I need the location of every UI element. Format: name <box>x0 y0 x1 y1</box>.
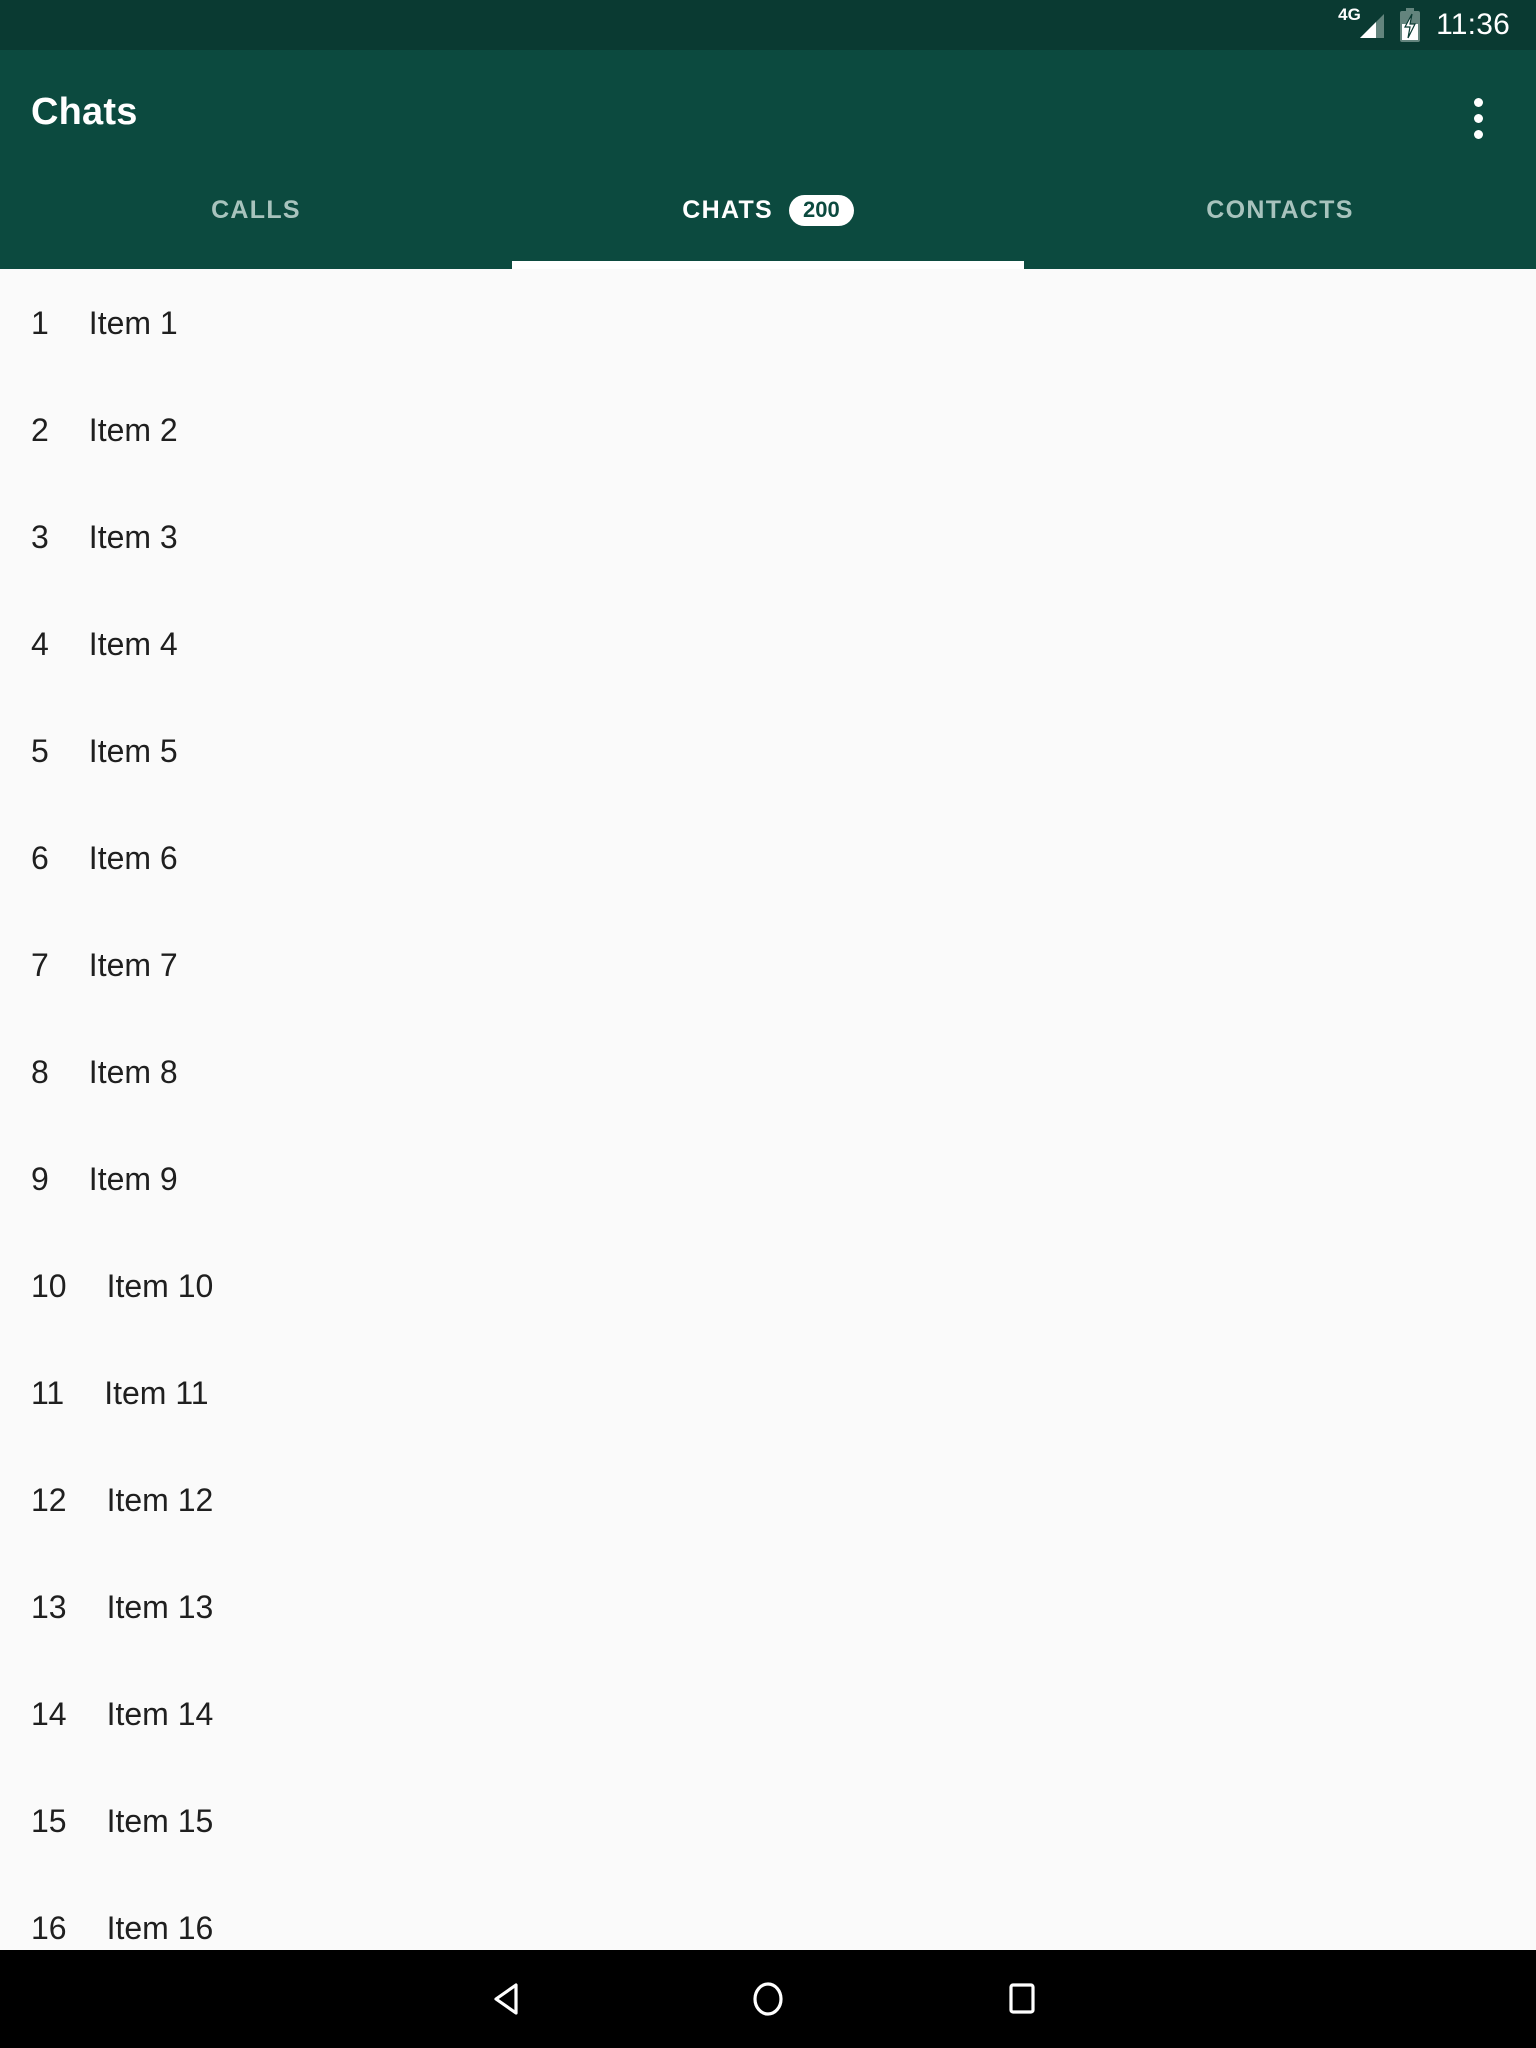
list-item-label: Item 16 <box>106 1909 214 1946</box>
list-item[interactable]: 3 Item 3 <box>0 483 1536 590</box>
list-item-index: 13 <box>31 1588 67 1625</box>
list-item-index: 16 <box>31 1909 67 1946</box>
list-item[interactable]: 11 Item 11 <box>0 1339 1536 1446</box>
list-item-label: Item 10 <box>106 1267 214 1304</box>
list-item-label: Item 11 <box>104 1374 209 1411</box>
list-item[interactable]: 13 Item 13 <box>0 1553 1536 1660</box>
list-item-index: 15 <box>31 1802 67 1839</box>
tab-bar: CALLS CHATS 200 CONTACTS <box>0 175 1536 269</box>
list-item-label: Item 1 <box>88 304 178 341</box>
overflow-dot-1 <box>1473 97 1483 107</box>
list-item-label: Item 6 <box>88 839 178 876</box>
list-item[interactable]: 9 Item 9 <box>0 1125 1536 1232</box>
battery-charging-icon <box>1398 8 1422 42</box>
list-item[interactable]: 4 Item 4 <box>0 590 1536 697</box>
square-recents-icon[interactable] <box>967 1950 1077 2048</box>
status-bar: 4G 11:36 <box>0 0 1536 50</box>
list-item-index: 9 <box>31 1160 49 1197</box>
tab-chats-badge: 200 <box>789 194 854 226</box>
android-nav-bar <box>0 1950 1536 2048</box>
list-item-index: 6 <box>31 839 49 876</box>
list-item-index: 5 <box>31 732 49 769</box>
list-item-label: Item 3 <box>88 518 178 555</box>
tab-calls[interactable]: CALLS <box>0 175 512 269</box>
tab-chats[interactable]: CHATS 200 <box>512 175 1024 269</box>
list-item-index: 3 <box>31 518 49 555</box>
circle-home-icon[interactable] <box>713 1950 823 2048</box>
list-item-label: Item 5 <box>88 732 178 769</box>
more-vert-icon[interactable] <box>1442 82 1514 154</box>
tab-chats-label: CHATS <box>682 195 774 224</box>
list-item[interactable]: 1 Item 1 <box>0 269 1536 376</box>
overflow-dot-3 <box>1473 129 1483 139</box>
list-item-index: 14 <box>31 1695 67 1732</box>
list-item-index: 1 <box>31 304 49 341</box>
signal-bars-icon: 4G <box>1338 6 1385 42</box>
list-item-index: 2 <box>31 411 49 448</box>
list-item-index: 12 <box>31 1481 67 1518</box>
triangle-back-icon[interactable] <box>455 1950 565 2048</box>
list-item-label: Item 8 <box>88 1053 178 1090</box>
list-item[interactable]: 8 Item 8 <box>0 1018 1536 1125</box>
tab-calls-label: CALLS <box>211 195 301 224</box>
list-item-index: 10 <box>31 1267 67 1304</box>
list-item-label: Item 12 <box>106 1481 214 1518</box>
list-item-index: 7 <box>31 946 49 983</box>
overflow-dot-2 <box>1473 113 1483 123</box>
list-item[interactable]: 15 Item 15 <box>0 1767 1536 1874</box>
list-item-index: 4 <box>31 625 49 662</box>
list-item-index: 8 <box>31 1053 49 1090</box>
list-item[interactable]: 16 Item 16 <box>0 1874 1536 1950</box>
tab-contacts[interactable]: CONTACTS <box>1024 175 1536 269</box>
android-screen: 4G 11:36 Chats CALLS CHATS 200 CONTACTS … <box>0 0 1536 2048</box>
list-item-label: Item 7 <box>88 946 178 983</box>
list-item-index: 11 <box>31 1374 65 1411</box>
list-item[interactable]: 6 Item 6 <box>0 804 1536 911</box>
list-item-label: Item 14 <box>106 1695 214 1732</box>
chat-list[interactable]: 1 Item 1 2 Item 2 3 Item 3 4 Item 4 5 Item 5 6 Item… <box>0 269 1536 1950</box>
status-bar-icons: 4G 11:36 <box>1338 6 1510 42</box>
status-bar-clock: 11:36 <box>1436 8 1510 41</box>
list-item-label: Item 2 <box>88 411 178 448</box>
list-item[interactable]: 10 Item 10 <box>0 1232 1536 1339</box>
list-item[interactable]: 2 Item 2 <box>0 376 1536 483</box>
tab-contacts-label: CONTACTS <box>1206 195 1354 224</box>
list-item[interactable]: 7 Item 7 <box>0 911 1536 1018</box>
page-title: Chats <box>31 91 138 133</box>
list-item[interactable]: 14 Item 14 <box>0 1660 1536 1767</box>
tab-indicator <box>512 261 1024 269</box>
list-item-label: Item 13 <box>106 1588 214 1625</box>
list-item[interactable]: 12 Item 12 <box>0 1446 1536 1553</box>
list-item-label: Item 15 <box>106 1802 214 1839</box>
signal-triangle-shape <box>1360 14 1385 38</box>
list-item[interactable]: 5 Item 5 <box>0 697 1536 804</box>
list-item-label: Item 9 <box>88 1160 178 1197</box>
list-item-label: Item 4 <box>88 625 178 662</box>
